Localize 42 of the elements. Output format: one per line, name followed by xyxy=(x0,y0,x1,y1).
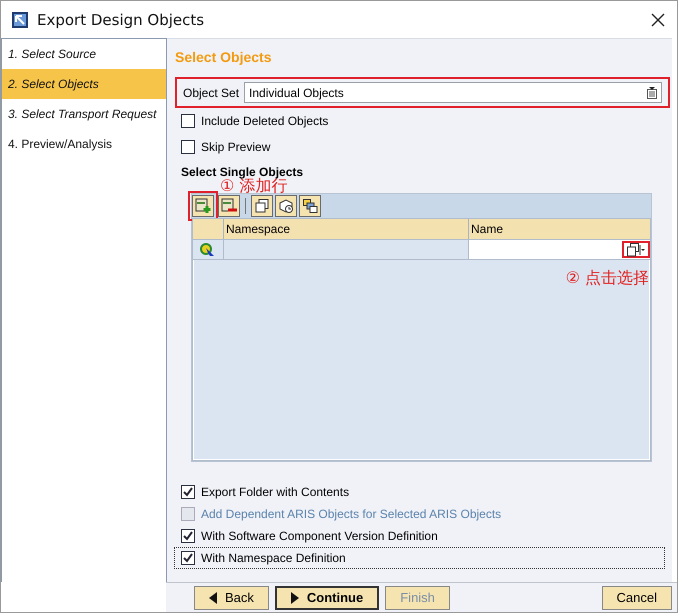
layers-icon xyxy=(302,198,318,214)
copy-button[interactable] xyxy=(251,195,273,217)
step-item[interactable]: 1. Select Source xyxy=(2,39,166,69)
delete-row-icon xyxy=(221,198,237,214)
row-selector-icon[interactable] xyxy=(200,242,216,256)
checkbox[interactable] xyxy=(181,529,195,543)
step-item[interactable]: 4. Preview/Analysis xyxy=(2,129,166,159)
checkbox-label: With Namespace Definition xyxy=(201,551,346,565)
checkbox[interactable] xyxy=(181,551,195,565)
left-triangle-icon xyxy=(209,592,217,604)
annotation-text: ② 点击选择 xyxy=(566,268,649,289)
value-help-button[interactable] xyxy=(622,241,650,258)
delete-row-button[interactable] xyxy=(218,195,240,217)
dialog-button[interactable]: Back xyxy=(194,586,269,610)
step-item[interactable]: 3. Select Transport Request xyxy=(2,99,166,129)
page-heading: Select Objects xyxy=(175,48,272,67)
copy-icon xyxy=(626,242,646,256)
right-triangle-icon xyxy=(290,592,299,604)
checkbox-label: Add Dependent ARIS Objects for Selected ARIS Objects xyxy=(201,507,502,521)
checkbox-label: Include Deleted Objects xyxy=(201,114,328,128)
dialog-button[interactable]: Continue xyxy=(274,586,380,610)
checkbox[interactable] xyxy=(181,485,195,499)
layers-button[interactable] xyxy=(299,195,321,217)
field-label: Object Set xyxy=(183,86,240,100)
checkbox-label: Skip Preview xyxy=(201,140,270,154)
list-icon xyxy=(647,86,657,98)
app-icon xyxy=(11,10,29,28)
object-set-dropdown[interactable]: Individual Objects xyxy=(244,82,662,103)
input-field[interactable] xyxy=(468,240,650,259)
copy-icon xyxy=(254,198,270,214)
add-row-icon xyxy=(195,198,211,214)
history-button[interactable] xyxy=(275,195,297,217)
clock-icon xyxy=(278,198,294,214)
dialog-button[interactable]: Cancel xyxy=(602,586,672,610)
checkbox-label: Export Folder with Contents xyxy=(201,485,350,499)
section-title: Select Single Objects xyxy=(180,164,304,179)
checkbox[interactable] xyxy=(181,114,195,128)
close-icon[interactable] xyxy=(651,12,665,26)
window-title: Export Design Objects xyxy=(37,10,206,28)
step-item[interactable]: 2. Select Objects xyxy=(2,69,166,99)
checkbox-label: With Software Component Version Definition xyxy=(201,529,438,543)
checkbox[interactable] xyxy=(181,140,195,154)
